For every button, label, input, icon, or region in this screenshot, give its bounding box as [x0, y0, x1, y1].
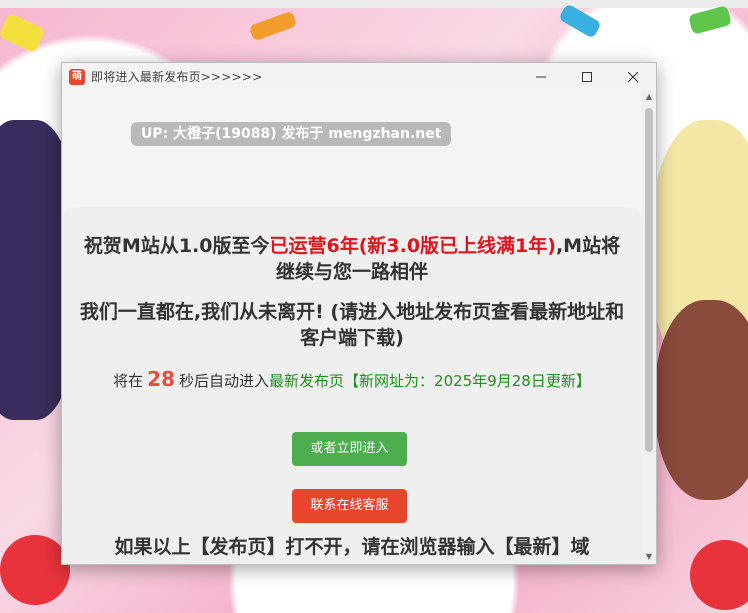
minimize-button[interactable]	[518, 63, 564, 90]
title-bar[interactable]: 萌 即将进入最新发布页>>>>>>	[62, 63, 656, 90]
maximize-icon	[582, 71, 592, 82]
release-page-link[interactable]: 最新发布页	[269, 372, 344, 390]
decor-ribbon	[0, 12, 46, 54]
announcement-card: 祝贺M站从1.0版至今已运营6年(新3.0版已上线满1年),M站将继续与您一路相…	[62, 207, 642, 564]
decor-ball	[0, 535, 70, 605]
decor-ribbon	[558, 3, 602, 39]
headline1-highlight: 已运营6年(新3.0版已上线满1年)	[269, 235, 556, 257]
minimize-icon	[536, 76, 546, 77]
countdown-line: 将在 28 秒后自动进入最新发布页【新网址为：2025年9月28日更新】	[62, 367, 642, 391]
fallback-instruction: 如果以上【发布页】打不开，请在浏览器输入【最新】域	[114, 536, 590, 558]
scroll-up-icon[interactable]: ▲	[645, 93, 653, 101]
decor-ribbon	[688, 5, 732, 35]
enter-now-button[interactable]: 或者立即进入	[292, 432, 407, 466]
headline-message: 我们一直都在,我们从未离开! (请进入地址发布页查看最新地址和客户端下载)	[79, 301, 625, 349]
window-controls	[518, 63, 656, 90]
maximize-button[interactable]	[564, 63, 610, 90]
browser-top-strip	[0, 0, 748, 8]
countdown-middle: 秒后自动进入	[179, 372, 270, 390]
headline-anniversary: 祝贺M站从1.0版至今已运营6年(新3.0版已上线满1年),M站将继续与您一路相…	[76, 233, 628, 285]
close-button[interactable]	[610, 63, 656, 90]
close-icon	[628, 71, 638, 82]
app-icon: 萌	[69, 68, 85, 85]
decor-blob	[655, 300, 748, 500]
scroll-thumb[interactable]	[645, 108, 653, 452]
window-title: 即将进入最新发布页>>>>>>	[91, 70, 263, 84]
dialog-window: 萌 即将进入最新发布页>>>>>> UP: 大橙子(19088) 发布于 men…	[61, 62, 657, 565]
decor-ribbon	[248, 10, 298, 42]
uploader-badge: UP: 大橙子(19088) 发布于 mengzhan.net	[131, 122, 452, 146]
scroll-down-icon[interactable]: ▼	[645, 553, 653, 561]
contact-service-button[interactable]: 联系在线客服	[292, 489, 407, 523]
decor-ball	[690, 540, 748, 610]
countdown-prefix: 将在	[113, 372, 144, 390]
update-note: 【新网址为：2025年9月28日更新】	[344, 372, 591, 390]
vertical-scrollbar[interactable]: ▲ ▼	[642, 90, 656, 564]
countdown-number: 28	[147, 367, 175, 391]
headline1-text: 祝贺M站从1.0版至今	[83, 235, 270, 257]
page-content: UP: 大橙子(19088) 发布于 mengzhan.net 祝贺M站从1.0…	[62, 90, 642, 564]
